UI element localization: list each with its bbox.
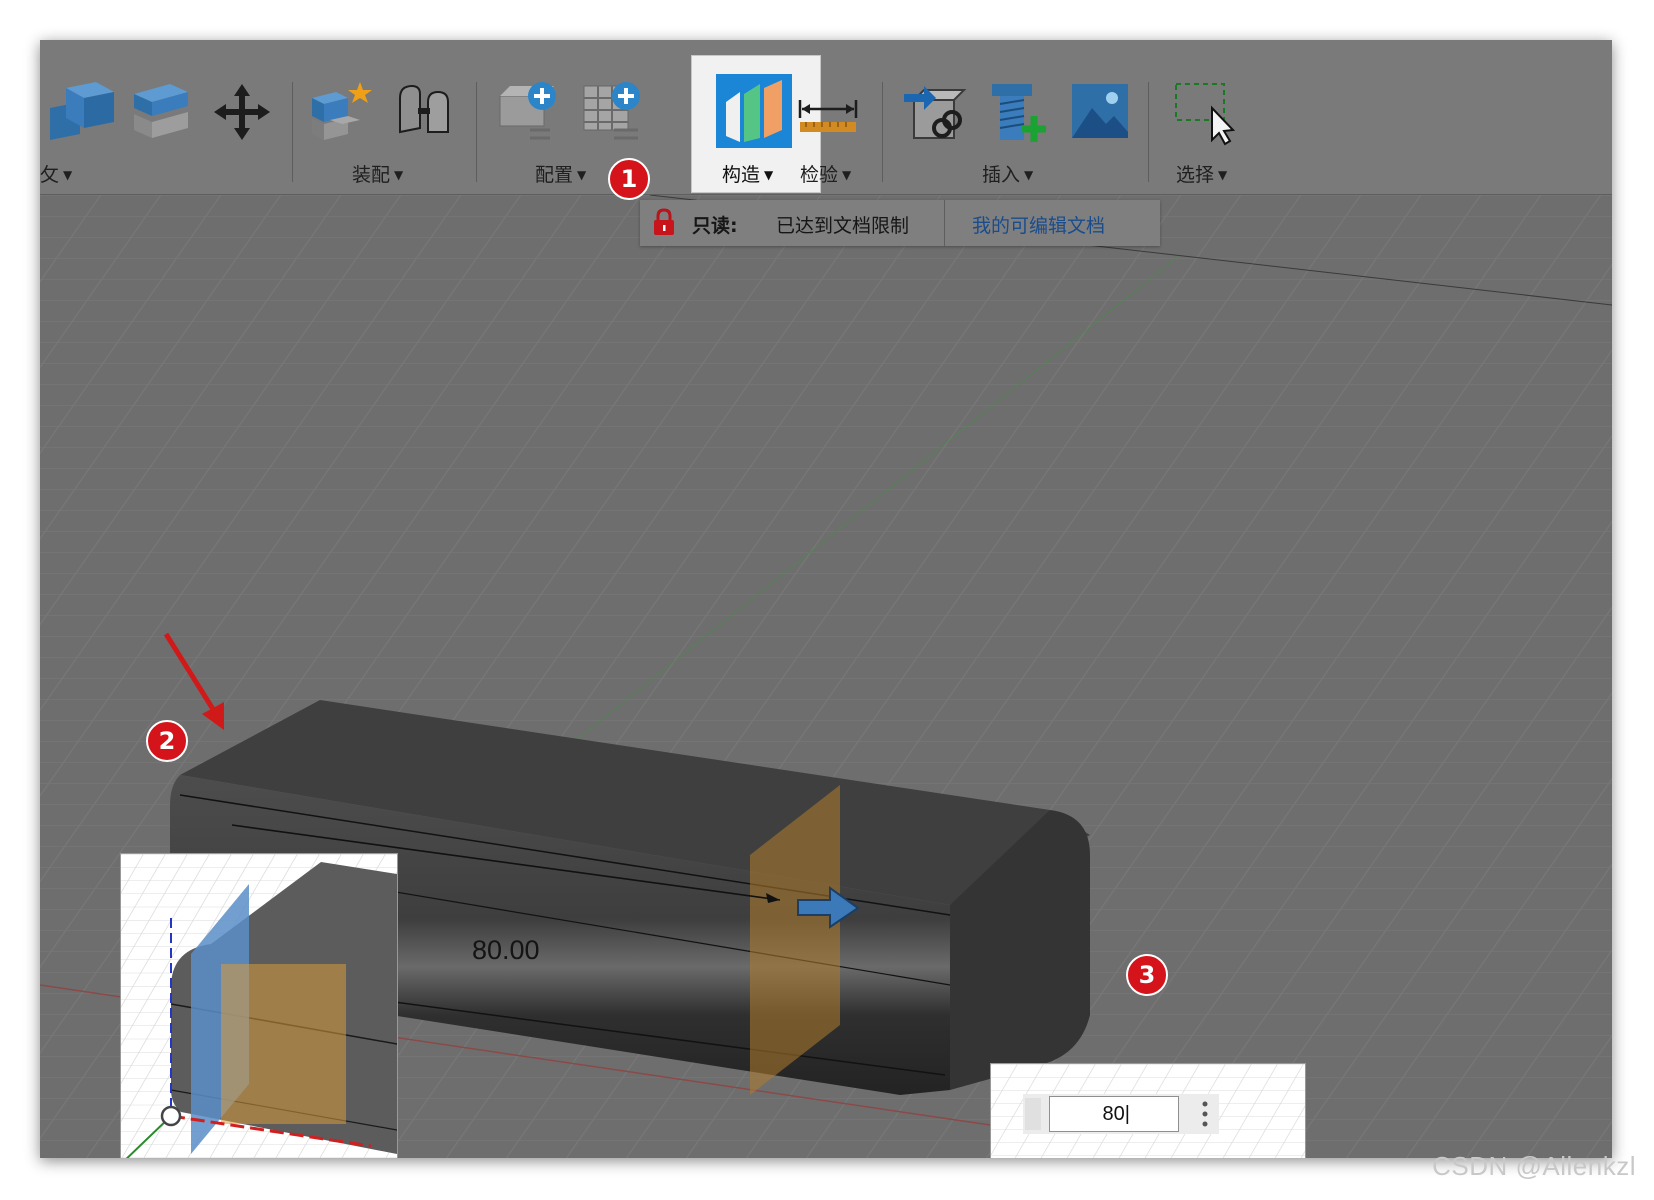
toolbar-separator xyxy=(476,82,477,182)
callout-badge-3: 3 xyxy=(1126,954,1168,996)
watermark: CSDN @Allenkzl xyxy=(1432,1151,1636,1181)
insert-fastener-icon[interactable] xyxy=(986,80,1052,146)
insert-menu[interactable]: 插入 ▼ xyxy=(982,160,1033,187)
insert-derive-icon[interactable] xyxy=(902,80,968,146)
extrude-icon[interactable] xyxy=(46,78,116,142)
inspect-menu[interactable]: 检验 ▼ xyxy=(800,160,851,187)
toolbar-separator xyxy=(882,82,883,182)
toolbar-separator xyxy=(1148,82,1149,182)
configure-menu[interactable]: 配置 ▼ xyxy=(535,160,586,187)
distance-input-field[interactable]: 80| xyxy=(1049,1096,1179,1132)
measure-icon[interactable] xyxy=(796,96,860,136)
zoom-inset-right: 80| xyxy=(990,1063,1306,1158)
move-icon[interactable] xyxy=(210,80,274,144)
insert-decal-icon[interactable] xyxy=(1070,82,1130,140)
toolbar-separator xyxy=(292,82,293,182)
joint-icon[interactable] xyxy=(392,80,458,144)
configure-table-icon[interactable] xyxy=(580,80,646,144)
more-options-icon[interactable] xyxy=(1197,1096,1213,1132)
construct-plane-icon xyxy=(716,74,792,148)
inset-left-scene xyxy=(121,854,397,1158)
offset-plane-highlight xyxy=(221,964,346,1124)
select-menu[interactable]: 选择 ▼ xyxy=(1176,160,1227,187)
pointer-arrow-icon xyxy=(163,632,224,730)
configure-parameters-icon[interactable] xyxy=(496,80,562,144)
3d-viewport[interactable]: 80| 80.00 xyxy=(40,195,1612,1158)
new-component-icon[interactable] xyxy=(308,80,374,144)
cut-group-label[interactable]: 攵 ▼ xyxy=(40,160,72,187)
my-editable-documents-link[interactable]: 我的可编辑文档 xyxy=(972,211,1105,238)
lock-icon xyxy=(654,208,674,235)
origin-point xyxy=(160,1105,182,1127)
readonly-banner: 只读: 已达到文档限制 我的可编辑文档 xyxy=(640,200,1160,246)
toolbar: 攵 ▼ 装配 ▼ 配置 ▼ 构造 ▼ 检验 ▼ 插入 ▼ 选择 ▼ xyxy=(40,40,1612,195)
shell-icon[interactable] xyxy=(130,80,192,142)
zoom-inset-left xyxy=(120,853,398,1158)
select-window-icon[interactable] xyxy=(1172,80,1238,146)
assembly-menu[interactable]: 装配 ▼ xyxy=(352,160,403,187)
readonly-prefix: 只读: xyxy=(692,215,738,237)
dimension-label: 80.00 xyxy=(472,935,540,965)
app-window: 攵 ▼ 装配 ▼ 配置 ▼ 构造 ▼ 检验 ▼ 插入 ▼ 选择 ▼ 80| 80… xyxy=(40,40,1612,1158)
callout-badge-1: 1 xyxy=(608,158,650,200)
readonly-message: 已达到文档限制 xyxy=(776,215,910,237)
